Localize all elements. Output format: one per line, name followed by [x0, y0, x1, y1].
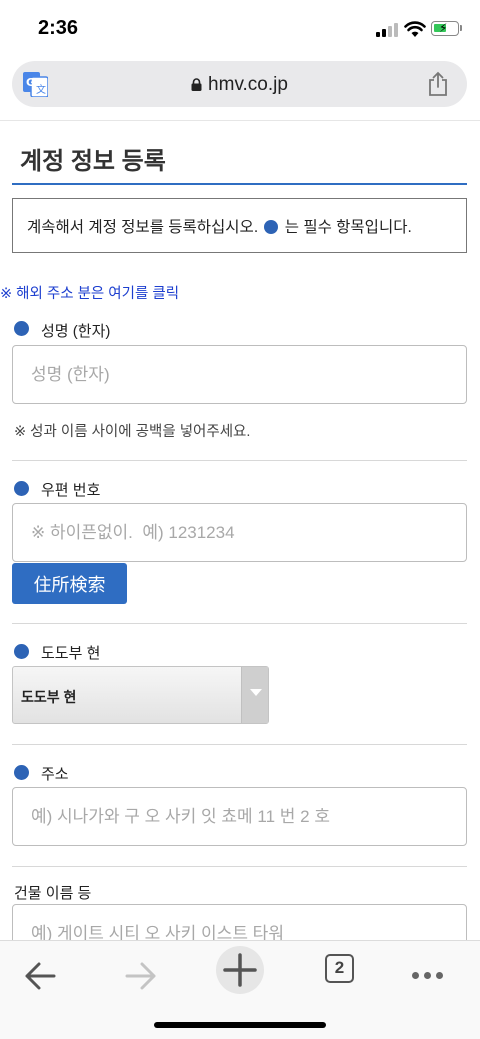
prefecture-select[interactable]: 도도부 현 — [12, 666, 269, 724]
url-text: hmv.co.jp — [208, 74, 288, 95]
battery-icon: ⚡ — [431, 21, 459, 36]
address-search-button[interactable]: 住所検索 — [12, 563, 127, 604]
required-dot-icon — [14, 321, 29, 336]
section-divider — [12, 744, 467, 745]
address-bar[interactable]: G 文 hmv.co.jp — [12, 61, 467, 107]
select-arrow-box — [241, 667, 268, 723]
overseas-address-link[interactable]: ※ 해외 주소 분은 여기를 클릭 — [0, 282, 179, 303]
address-input[interactable] — [12, 787, 467, 846]
status-time: 2:36 — [38, 17, 79, 39]
address-label: 주소 — [41, 766, 69, 783]
name-hint: ※ 성과 이름 사이에 공백을 넣어주세요. — [14, 424, 251, 440]
wifi-icon — [404, 21, 426, 37]
page-title: 계정 정보 등록 — [20, 148, 166, 175]
building-label: 건물 이름 등 — [14, 885, 92, 902]
plus-icon — [223, 953, 257, 987]
url-display[interactable]: hmv.co.jp — [12, 74, 467, 96]
prefecture-label: 도도부 현 — [41, 645, 101, 662]
lock-icon — [191, 78, 202, 91]
section-divider — [12, 623, 467, 624]
notice-text: 계속해서 계정 정보를 등록하십시오. 는 필수 항목입니다. — [27, 215, 412, 237]
name-input[interactable] — [12, 345, 467, 404]
notice-text-after: 는 필수 항목입니다. — [284, 219, 412, 236]
required-marker-icon — [264, 220, 279, 234]
home-indicator — [154, 1022, 326, 1028]
required-dot-icon — [14, 644, 29, 659]
share-icon[interactable] — [427, 71, 449, 97]
postal-code-input[interactable] — [12, 503, 467, 562]
postal-label: 우편 번호 — [41, 482, 101, 499]
header-divider — [0, 120, 480, 121]
new-tab-button[interactable] — [216, 946, 264, 994]
required-dot-icon — [14, 481, 29, 496]
required-dot-icon — [14, 765, 29, 780]
more-options-icon[interactable] — [412, 966, 448, 984]
tabs-button[interactable]: 2 — [325, 954, 354, 983]
section-divider — [12, 460, 467, 461]
notice-text-before: 계속해서 계정 정보를 등록하십시오. — [27, 219, 259, 236]
forward-arrow-icon[interactable] — [114, 949, 168, 1003]
section-divider — [12, 866, 467, 867]
chevron-down-icon — [250, 689, 262, 696]
back-arrow-icon[interactable] — [14, 949, 68, 1003]
status-bar: 2:36 ⚡ — [0, 0, 480, 56]
name-label: 성명 (한자) — [41, 323, 111, 340]
notice-box: 계속해서 계정 정보를 등록하십시오. 는 필수 항목입니다. — [12, 198, 467, 253]
cellular-signal-icon — [376, 23, 400, 37]
battery-tip — [460, 25, 462, 31]
prefecture-selected-value: 도도부 현 — [21, 689, 77, 705]
title-underline — [12, 183, 467, 185]
